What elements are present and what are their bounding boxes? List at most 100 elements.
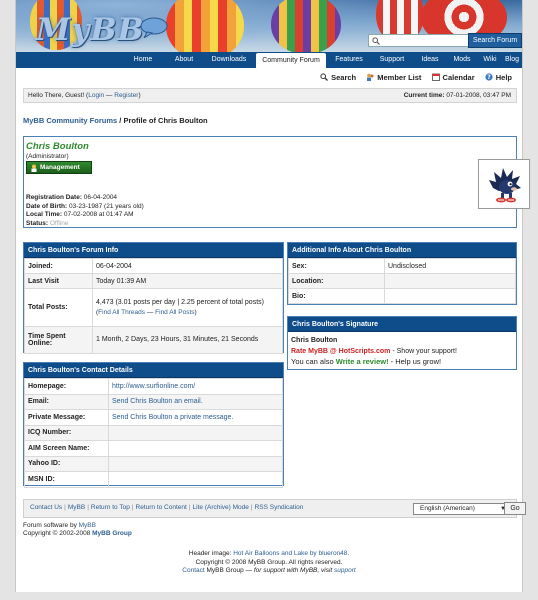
hedgehog-avatar-icon: [489, 168, 521, 203]
profile-summary: Chris Boulton (Administrator) Management…: [23, 136, 530, 228]
site-credits: Header image: Hot Air Balloons and Lake …: [182, 550, 356, 575]
search-icon: [320, 73, 329, 81]
mybb-group-link[interactable]: MyBB Group: [92, 530, 132, 537]
status-offline: Offline: [49, 219, 69, 227]
quicklink-member-list[interactable]: Member List: [366, 73, 421, 82]
find-all-threads-link[interactable]: Find All Threads: [98, 309, 145, 316]
table-row: Sex: Undisclosed: [288, 258, 516, 274]
additional-info-title: Additional Info About Chris Boulton: [288, 243, 516, 258]
rss-link[interactable]: RSS Syndication: [255, 504, 304, 511]
page-wrapper: MyBB Search Forum Home About Downloads C…: [15, 0, 530, 592]
search-box: [368, 34, 478, 47]
find-all-posts-link[interactable]: Find All Posts: [155, 309, 194, 316]
table-row: Total Posts: 4,473 (3.01 posts per day |…: [24, 288, 283, 327]
welcome-bar: Hello There, Guest! (Login — Register) C…: [23, 88, 517, 103]
table-row: Last Visit Today 01:39 AM: [24, 273, 283, 289]
logo-bubble-icon: [140, 17, 168, 38]
signature-panel: Chris Boulton's Signature Chris Boulton …: [287, 316, 517, 370]
table-row: Yahoo ID:: [24, 455, 283, 472]
nav-wiki[interactable]: Wiki: [479, 52, 501, 68]
go-button[interactable]: Go: [504, 502, 526, 515]
members-icon: [367, 73, 374, 81]
powered-by: Forum software by MyBB Copyright © 2002-…: [23, 522, 132, 537]
table-row: Joined: 06-04-2004: [24, 258, 283, 274]
table-row: Bio:: [288, 288, 516, 304]
contact-details-panel: Chris Boulton's Contact Details Homepage…: [23, 362, 284, 488]
nav-downloads[interactable]: Downloads: [205, 52, 253, 68]
table-row: Location:: [288, 273, 516, 289]
footer-bar: Contact Us | MyBB | Return to Top | Return to …: [23, 499, 517, 518]
signature-body: Chris Boulton Rate MyBB @ HotScripts.com…: [291, 337, 457, 366]
contact-details-title: Chris Boulton's Contact Details: [24, 363, 283, 378]
return-to-content-link[interactable]: Return to Content: [136, 504, 187, 511]
balloon-image: [166, 0, 244, 52]
quicklink-calendar[interactable]: Calendar: [431, 73, 475, 82]
contact-link[interactable]: Contact: [182, 567, 204, 574]
register-link[interactable]: Register: [114, 92, 138, 99]
contact-details-table: Homepage: http://www.surfionline.com/ Ema…: [24, 378, 283, 488]
breadcrumb-current: Profile of Chris Boulton: [123, 116, 208, 125]
search-input[interactable]: [383, 36, 475, 46]
table-row: Email: Send Chris Boulton an email.: [24, 393, 283, 410]
local-time: Local Time: 07-02-2008 at 01:47 AM: [26, 211, 134, 218]
lite-mode-link[interactable]: Lite (Archive) Mode: [193, 504, 249, 511]
nav-mods[interactable]: Mods: [447, 52, 477, 68]
registration-date: Registration Date: 06-04-2004: [26, 194, 118, 201]
nav-support[interactable]: Support: [372, 52, 412, 68]
contact-us-link[interactable]: Contact Us: [30, 504, 62, 511]
group-icon: [31, 164, 37, 172]
nav-ideas[interactable]: Ideas: [415, 52, 445, 68]
send-pm-link[interactable]: Send Chris Boulton a private message.: [112, 414, 233, 421]
search-forum-button[interactable]: Search Forum: [468, 33, 522, 48]
quicklink-search[interactable]: Search: [320, 73, 356, 82]
forum-info-title: Chris Boulton's Forum Info: [24, 243, 283, 258]
mybb-link[interactable]: MyBB: [68, 504, 85, 511]
date-of-birth: Date of Birth: 03-23-1987 (21 years old): [26, 202, 144, 210]
table-row: AIM Screen Name:: [24, 440, 283, 457]
write-review-link[interactable]: Write a review!: [336, 357, 389, 366]
balloon-image: [271, 0, 341, 52]
profile-info: Registration Date: 06-04-2004 Date of Bi…: [26, 194, 144, 228]
profile-usertitle: (Administrator): [26, 153, 69, 160]
quick-links: Search Member List Calendar ? Help: [312, 73, 512, 82]
homepage-link[interactable]: http://www.surfionline.com/: [112, 383, 195, 390]
nav-features[interactable]: Features: [329, 52, 369, 68]
powered-mybb-link[interactable]: MyBB: [79, 522, 96, 529]
table-row: Time Spent Online: 1 Month, 2 Days, 23 H…: [24, 326, 283, 354]
group-badge: Management: [26, 161, 92, 174]
site-header: MyBB Search Forum: [16, 0, 522, 52]
avatar: [478, 159, 530, 209]
status: Status: Offline: [26, 219, 69, 227]
nav-home[interactable]: Home: [124, 52, 162, 68]
send-email-link[interactable]: Send Chris Boulton an email.: [112, 398, 203, 405]
nav-about[interactable]: About: [165, 52, 203, 68]
additional-info-panel: Additional Info About Chris Boulton Sex:…: [287, 242, 517, 305]
breadcrumb: MyBB Community Forums / Profile of Chris…: [23, 116, 208, 125]
search-icon: [372, 37, 380, 45]
header-image-link[interactable]: Hot Air Balloons and Lake by blueron48: [233, 550, 347, 557]
signature-title: Chris Boulton's Signature: [288, 317, 516, 332]
forum-info-table: Joined: 06-04-2004 Last Visit Today 01:3…: [24, 258, 283, 354]
table-row: Homepage: http://www.surfionline.com/: [24, 378, 283, 395]
nav-community-forum[interactable]: Community Forum: [256, 53, 326, 68]
additional-info-table: Sex: Undisclosed Location: Bio:: [288, 258, 516, 304]
current-time: Current time: 07-01-2008, 03:47 PM: [403, 92, 511, 99]
quicklink-help[interactable]: ? Help: [485, 73, 512, 82]
profile-username: Chris Boulton: [26, 141, 89, 152]
main-nav: Home About Downloads Community Forum Fea…: [16, 52, 522, 68]
calendar-icon: [431, 73, 440, 81]
table-row: ICQ Number:: [24, 424, 283, 441]
table-row: MSN ID:: [24, 471, 283, 488]
table-row: Private Message: Send Chris Boulton a pri…: [24, 409, 283, 426]
return-to-top-link[interactable]: Return to Top: [91, 504, 130, 511]
nav-blog[interactable]: Blog: [502, 52, 522, 68]
breadcrumb-forum-link[interactable]: MyBB Community Forums: [23, 116, 117, 125]
site-logo[interactable]: MyBB: [36, 12, 145, 48]
support-link[interactable]: support: [334, 567, 356, 574]
forum-info-panel: Chris Boulton's Forum Info Joined: 06-04…: [23, 242, 284, 354]
svg-text:?: ?: [487, 74, 491, 81]
language-select[interactable]: English (American)▼: [413, 503, 509, 515]
hotscripts-link[interactable]: Rate MyBB @ HotScripts.com: [291, 348, 390, 355]
footer-links: Contact Us | MyBB | Return to Top | Return to …: [30, 504, 304, 511]
login-link[interactable]: Login: [88, 92, 104, 99]
